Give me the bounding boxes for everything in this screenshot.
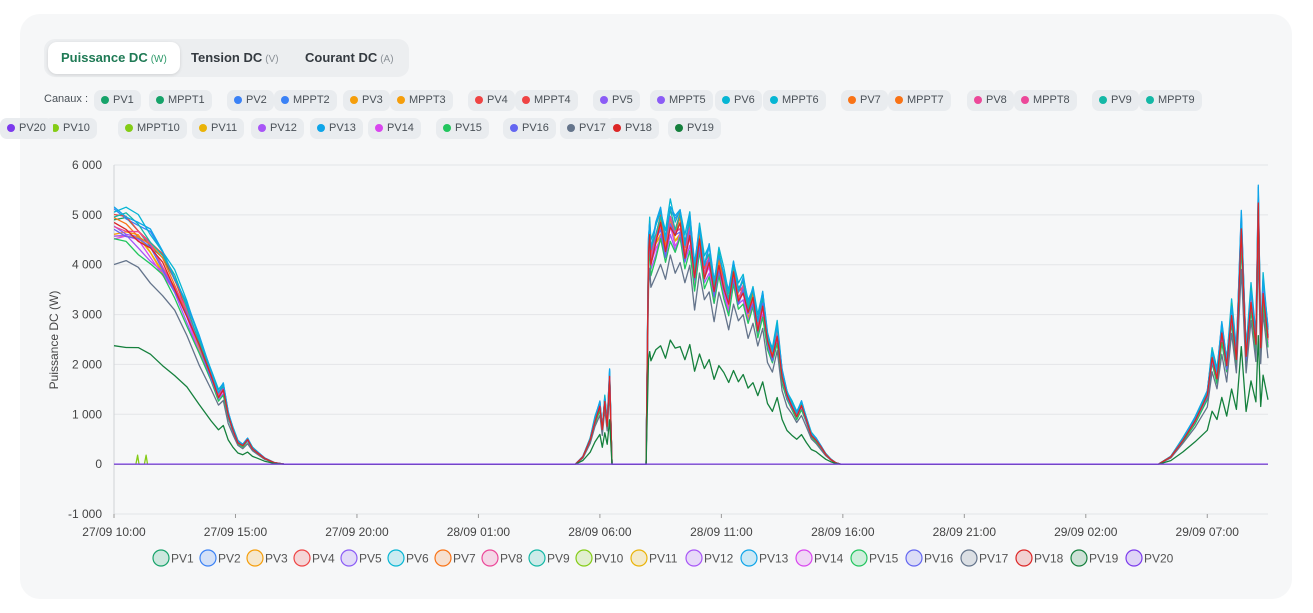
y-tick-label: 3 000 — [72, 308, 102, 322]
legend-label: PV15 — [869, 552, 899, 566]
series-line-pv17 — [114, 248, 1269, 465]
legend-marker-icon — [246, 549, 264, 567]
legend-label: PV10 — [594, 552, 624, 566]
legend-marker-icon — [1125, 549, 1143, 567]
y-tick-label: 0 — [95, 457, 102, 471]
legend-label: PV18 — [1034, 552, 1064, 566]
legend-item-pv13[interactable]: PV13 — [740, 549, 789, 567]
legend-label: PV17 — [979, 552, 1009, 566]
legend-label: PV2 — [218, 552, 241, 566]
legend-label: PV7 — [453, 552, 476, 566]
legend-marker-icon — [340, 549, 358, 567]
legend-label: PV16 — [924, 552, 954, 566]
series-line-pv13 — [114, 184, 1269, 465]
legend-marker-icon — [152, 549, 170, 567]
x-tick-label: 27/09 10:00 — [82, 525, 146, 539]
series-line-pv18 — [114, 202, 1269, 465]
x-tick-label: 28/09 01:00 — [447, 525, 511, 539]
legend-item-pv15[interactable]: PV15 — [850, 549, 899, 567]
x-tick-label: 29/09 02:00 — [1054, 525, 1118, 539]
legend-marker-icon — [1015, 549, 1033, 567]
legend-item-pv2[interactable]: PV2 — [199, 549, 241, 567]
series-line-pv15 — [114, 220, 1269, 465]
legend-item-pv3[interactable]: PV3 — [246, 549, 288, 567]
legend-item-pv16[interactable]: PV16 — [905, 549, 954, 567]
legend-item-pv8[interactable]: PV8 — [481, 549, 523, 567]
y-axis-label: Puissance DC (W) — [47, 291, 61, 390]
legend-marker-icon — [795, 549, 813, 567]
y-tick-label: 6 000 — [72, 158, 102, 172]
power-line-chart: -1 000 0 1 000 2 000 3 000 4 000 5 000 6 000 27… — [47, 158, 1269, 567]
legend-marker-icon — [905, 549, 923, 567]
legend-label: PV13 — [759, 552, 789, 566]
series-line-pv19 — [114, 335, 1269, 465]
y-tick-label: 5 000 — [72, 208, 102, 222]
legend-label: PV3 — [265, 552, 288, 566]
legend-label: PV11 — [649, 552, 678, 566]
legend-marker-icon — [293, 549, 311, 567]
legend-label: PV8 — [500, 552, 523, 566]
legend-marker-icon — [387, 549, 405, 567]
legend-marker-icon — [960, 549, 978, 567]
legend-label: PV6 — [406, 552, 429, 566]
legend-label: PV19 — [1089, 552, 1119, 566]
legend-marker-icon — [740, 549, 758, 567]
legend-marker-icon — [575, 549, 593, 567]
legend-marker-icon — [630, 549, 648, 567]
legend-item-pv12[interactable]: PV12 — [685, 549, 734, 567]
legend-marker-icon — [199, 549, 217, 567]
legend-label: PV4 — [312, 552, 335, 566]
legend-item-pv1[interactable]: PV1 — [152, 549, 194, 567]
legend-marker-icon — [685, 549, 703, 567]
legend-item-pv5[interactable]: PV5 — [340, 549, 382, 567]
series-line-pv10 — [114, 454, 1268, 465]
legend-marker-icon — [481, 549, 499, 567]
y-tick-label: -1 000 — [68, 507, 102, 521]
legend-label: PV9 — [547, 552, 570, 566]
legend-label: PV12 — [704, 552, 734, 566]
chart-grid — [113, 164, 1268, 515]
legend-label: PV5 — [359, 552, 382, 566]
x-tick-label: 28/09 11:00 — [690, 525, 753, 539]
legend-item-pv9[interactable]: PV9 — [528, 549, 570, 567]
legend-item-pv20[interactable]: PV20 — [1125, 549, 1174, 567]
x-axis: 27/09 10:00 27/09 15:00 27/09 20:00 28/09 0… — [82, 514, 1239, 539]
x-tick-label: 28/09 21:00 — [933, 525, 997, 539]
x-tick-label: 29/09 07:00 — [1176, 525, 1240, 539]
legend-marker-icon — [434, 549, 452, 567]
legend-label: PV14 — [814, 552, 844, 566]
y-tick-label: 2 000 — [72, 357, 102, 371]
x-tick-label: 27/09 20:00 — [325, 525, 389, 539]
x-tick-label: 28/09 06:00 — [568, 525, 632, 539]
x-tick-label: 28/09 16:00 — [811, 525, 875, 539]
legend-label: PV1 — [171, 552, 194, 566]
legend-item-pv6[interactable]: PV6 — [387, 549, 429, 567]
legend-item-pv11[interactable]: PV11 — [630, 549, 678, 567]
y-tick-label: 1 000 — [72, 407, 102, 421]
legend-item-pv7[interactable]: PV7 — [434, 549, 476, 567]
y-axis: -1 000 0 1 000 2 000 3 000 4 000 5 000 6 000 — [68, 158, 102, 521]
legend-item-pv4[interactable]: PV4 — [293, 549, 335, 567]
series-lines — [114, 184, 1269, 465]
legend-label: PV20 — [1144, 552, 1174, 566]
legend-marker-icon — [850, 549, 868, 567]
legend-item-pv17[interactable]: PV17 — [960, 549, 1009, 567]
legend-item-pv10[interactable]: PV10 — [575, 549, 624, 567]
x-tick-label: 27/09 15:00 — [204, 525, 268, 539]
legend-marker-icon — [1070, 549, 1088, 567]
chart-legend: PV1 PV2 PV3 PV4 PV5 PV6 PV7 PV8 PV9 PV10 PV11 PV12 P… — [152, 549, 1174, 567]
y-tick-label: 4 000 — [72, 258, 102, 272]
legend-item-pv14[interactable]: PV14 — [795, 549, 844, 567]
legend-item-pv19[interactable]: PV19 — [1070, 549, 1119, 567]
legend-marker-icon — [528, 549, 546, 567]
legend-item-pv18[interactable]: PV18 — [1015, 549, 1064, 567]
